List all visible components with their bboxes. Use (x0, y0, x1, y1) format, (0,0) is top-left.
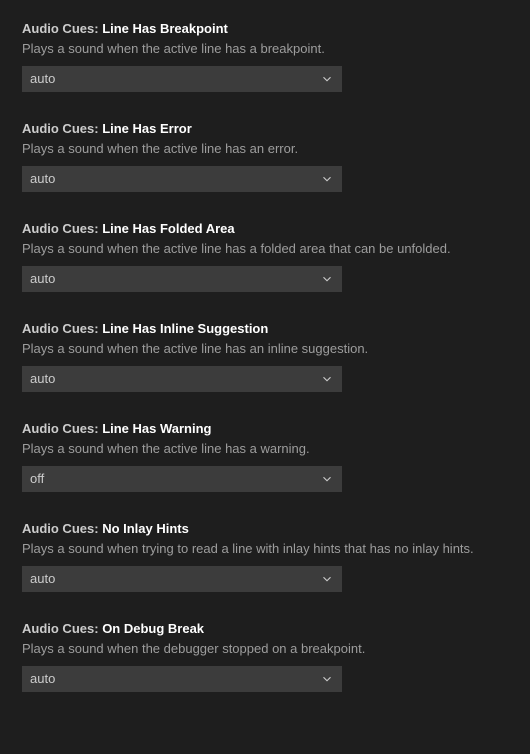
setting-line-has-warning: Audio Cues: Line Has Warning Plays a sou… (0, 410, 530, 510)
setting-category: Audio Cues: (22, 521, 99, 536)
setting-title: Audio Cues: Line Has Breakpoint (22, 20, 508, 38)
setting-category: Audio Cues: (22, 421, 99, 436)
setting-select[interactable]: auto (22, 266, 342, 292)
setting-title: Audio Cues: Line Has Inline Suggestion (22, 320, 508, 338)
setting-select[interactable]: auto (22, 66, 342, 92)
setting-name: On Debug Break (102, 621, 204, 636)
setting-select-value: auto (22, 66, 342, 92)
setting-name: Line Has Error (102, 121, 192, 136)
setting-select-value: auto (22, 366, 342, 392)
setting-line-has-folded-area: Audio Cues: Line Has Folded Area Plays a… (0, 210, 530, 310)
setting-select-value: auto (22, 566, 342, 592)
settings-list: Audio Cues: Line Has Breakpoint Plays a … (0, 0, 530, 720)
setting-category: Audio Cues: (22, 221, 99, 236)
setting-description: Plays a sound when the active line has a… (22, 340, 508, 358)
setting-name: Line Has Inline Suggestion (102, 321, 268, 336)
setting-description: Plays a sound when the active line has a… (22, 240, 508, 258)
setting-select-value: auto (22, 166, 342, 192)
setting-select[interactable]: auto (22, 366, 342, 392)
setting-category: Audio Cues: (22, 321, 99, 336)
setting-name: No Inlay Hints (102, 521, 189, 536)
setting-line-has-breakpoint: Audio Cues: Line Has Breakpoint Plays a … (0, 10, 530, 110)
setting-name: Line Has Warning (102, 421, 211, 436)
setting-select-value: off (22, 466, 342, 492)
setting-select[interactable]: auto (22, 666, 342, 692)
setting-category: Audio Cues: (22, 21, 99, 36)
setting-no-inlay-hints: Audio Cues: No Inlay Hints Plays a sound… (0, 510, 530, 610)
setting-line-has-error: Audio Cues: Line Has Error Plays a sound… (0, 110, 530, 210)
setting-select-value: auto (22, 266, 342, 292)
setting-description: Plays a sound when the active line has a… (22, 40, 508, 58)
setting-description: Plays a sound when the active line has a… (22, 440, 508, 458)
setting-title: Audio Cues: Line Has Error (22, 120, 508, 138)
setting-description: Plays a sound when the debugger stopped … (22, 640, 508, 658)
setting-title: Audio Cues: Line Has Folded Area (22, 220, 508, 238)
setting-select[interactable]: auto (22, 566, 342, 592)
setting-category: Audio Cues: (22, 621, 99, 636)
setting-title: Audio Cues: No Inlay Hints (22, 520, 508, 538)
setting-select-value: auto (22, 666, 342, 692)
setting-select[interactable]: auto (22, 166, 342, 192)
setting-category: Audio Cues: (22, 121, 99, 136)
setting-name: Line Has Folded Area (102, 221, 234, 236)
setting-title: Audio Cues: Line Has Warning (22, 420, 508, 438)
setting-on-debug-break: Audio Cues: On Debug Break Plays a sound… (0, 610, 530, 710)
setting-select[interactable]: off (22, 466, 342, 492)
setting-name: Line Has Breakpoint (102, 21, 228, 36)
setting-line-has-inline-suggestion: Audio Cues: Line Has Inline Suggestion P… (0, 310, 530, 410)
setting-title: Audio Cues: On Debug Break (22, 620, 508, 638)
setting-description: Plays a sound when trying to read a line… (22, 540, 508, 558)
setting-description: Plays a sound when the active line has a… (22, 140, 508, 158)
